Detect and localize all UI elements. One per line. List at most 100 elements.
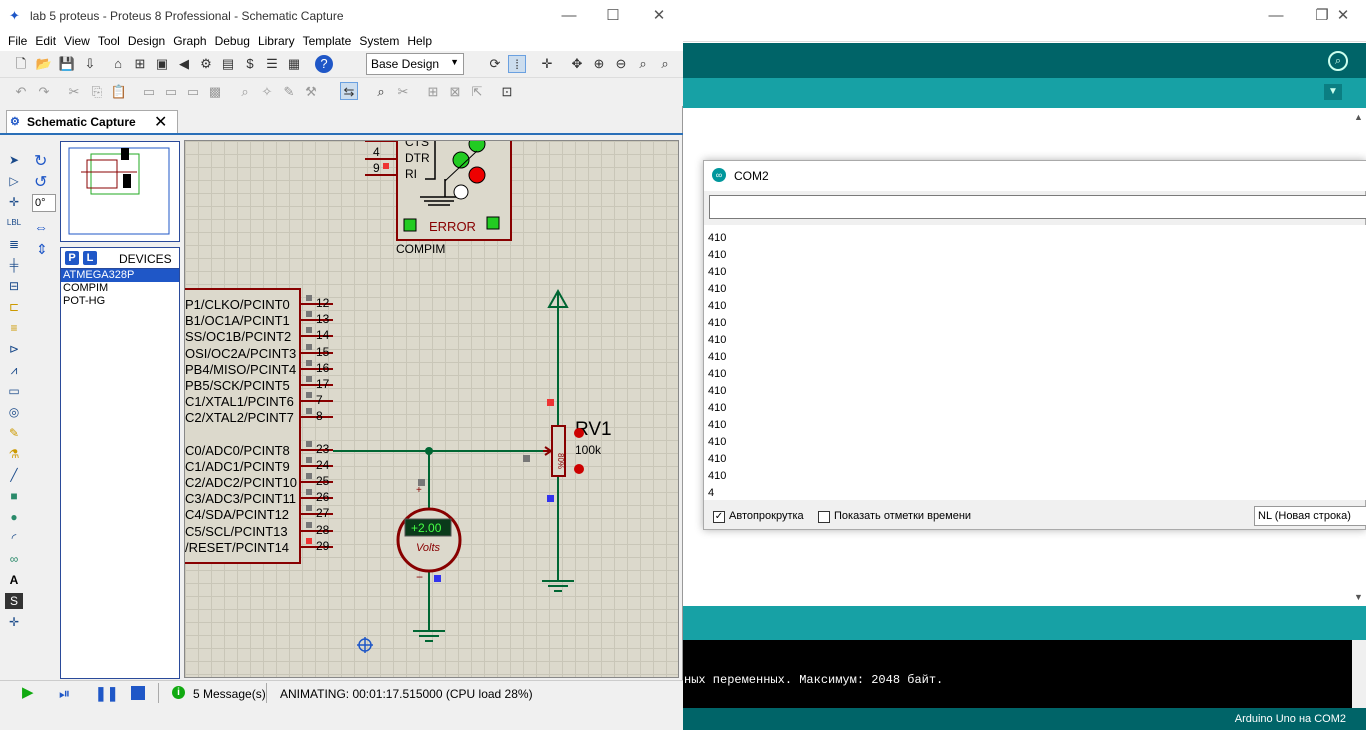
exit-parent-icon[interactable]: ⇱ (468, 83, 486, 101)
menu-item-help[interactable]: Help (403, 31, 436, 48)
minimize-icon[interactable]: — (546, 0, 592, 30)
path-tool-icon[interactable]: ∞ (5, 551, 23, 567)
component-mode-icon[interactable]: ▷ (5, 173, 23, 189)
search-icon[interactable]: ⌕ (372, 83, 390, 101)
copy-icon[interactable]: ⎘ (88, 83, 106, 101)
help-icon[interactable]: ? (315, 55, 333, 73)
block-move-icon[interactable]: ▭ (162, 83, 180, 101)
generator-icon[interactable]: ⊳ (5, 341, 23, 357)
autoscroll-checkbox[interactable]: ✓ (713, 511, 725, 523)
electrical-rule-check-icon[interactable]: ⊡ (498, 83, 516, 101)
rotation-field[interactable]: 0° (32, 194, 56, 212)
device-item[interactable]: ATMEGA328P (61, 269, 179, 282)
pick-device-icon[interactable]: ⌕ (236, 83, 254, 101)
schematic-icon[interactable]: ⊞ (131, 55, 149, 73)
pcb-icon[interactable]: ▣ (153, 55, 171, 73)
atmega328p-component[interactable]: P1/CLKO/PCINT0 12 B1/OC1A/PCINT1 13 SS/OC1B/… (185, 288, 333, 564)
virtual-instruments-icon[interactable]: ⚗ (5, 446, 23, 462)
menu-item-file[interactable]: File (4, 31, 31, 48)
compim-component[interactable]: CTS DTR RI 4 9 ERROR COMPIM (365, 141, 512, 256)
subcircuit-icon[interactable]: ⊟ (5, 278, 23, 294)
grid-toggle-icon[interactable]: ⁞ (508, 55, 526, 73)
close-icon[interactable]: ✕ (1320, 0, 1366, 30)
zoom-out-icon[interactable]: ⊖ (612, 55, 630, 73)
menu-item-system[interactable]: System (355, 31, 403, 48)
rotate-clockwise-icon[interactable]: ↻ (34, 151, 52, 170)
voltage-probe-icon[interactable]: ✎ (5, 425, 23, 441)
mirror-horizontal-icon[interactable]: ⇔ (34, 219, 52, 237)
cut-icon[interactable]: ✂ (65, 83, 83, 101)
menu-item-design[interactable]: Design (124, 31, 169, 48)
menu-item-view[interactable]: View (60, 31, 94, 48)
save-icon[interactable]: 💾 (58, 55, 76, 73)
library-manager-icon[interactable]: L (83, 251, 97, 265)
text-tool-icon[interactable]: A (5, 572, 23, 588)
tape-recorder-icon[interactable]: ▭ (5, 383, 23, 399)
decompose-icon[interactable]: ⚒ (302, 83, 320, 101)
new-sheet-icon[interactable]: ⊞ (424, 83, 442, 101)
tab-schematic-capture[interactable]: ⚙ Schematic Capture ✕ (6, 110, 178, 134)
tab-menu-icon[interactable]: ▼ (1324, 84, 1342, 100)
console-scrollbar[interactable] (1352, 640, 1366, 708)
play-icon[interactable]: ▶ (22, 685, 36, 701)
serial-send-input[interactable] (709, 195, 1366, 219)
menu-item-debug[interactable]: Debug (211, 31, 254, 48)
zoom-area-icon[interactable]: ⌕ (656, 55, 674, 73)
menu-item-library[interactable]: Library (254, 31, 299, 48)
symbol-tool-icon[interactable]: S (5, 593, 23, 609)
3d-icon[interactable]: ⚙ (197, 55, 215, 73)
info-icon[interactable]: i (172, 686, 185, 699)
package-tool-icon[interactable]: ✎ (280, 83, 298, 101)
box-tool-icon[interactable]: ■ (5, 488, 23, 504)
block-rotate-icon[interactable]: ▭ (184, 83, 202, 101)
messages-count[interactable]: 5 Message(s) (193, 687, 266, 701)
pause-icon[interactable]: ❚❚ (95, 685, 118, 701)
gerber-icon[interactable]: ◀ (175, 55, 193, 73)
new-file-icon[interactable]: 🗋 (12, 55, 30, 73)
close-icon[interactable]: ✕ (154, 112, 167, 132)
zoom-in-icon[interactable]: ⊕ (590, 55, 608, 73)
import-icon[interactable]: ⇩ (81, 55, 99, 73)
maximize-icon[interactable]: ☐ (590, 0, 636, 30)
bom-icon[interactable]: ▤ (219, 55, 237, 73)
wire-autorouter-icon[interactable]: ⇆ (340, 82, 358, 100)
zoom-all-icon[interactable]: ⌕ (634, 55, 652, 73)
paste-icon[interactable]: 📋 (110, 83, 128, 101)
origin-icon[interactable]: ✛ (538, 55, 556, 73)
circle-tool-icon[interactable]: ● (5, 509, 23, 525)
serial-monitor-icon[interactable]: ⌕ (1328, 51, 1348, 71)
home-icon[interactable]: ⌂ (109, 55, 127, 73)
undo-icon[interactable]: ↶ (12, 83, 30, 101)
make-device-icon[interactable]: ✧ (258, 83, 276, 101)
menu-item-tool[interactable]: Tool (94, 31, 124, 48)
selection-mode-icon[interactable]: ➤ (5, 152, 23, 168)
cost-icon[interactable]: $ (241, 55, 259, 73)
property-tool-icon[interactable]: ✂ (394, 83, 412, 101)
notes-icon[interactable]: ▦ (285, 55, 303, 73)
refresh-icon[interactable]: ⟳ (486, 55, 504, 73)
junction-dot-icon[interactable]: ✛ (5, 194, 23, 210)
schematic-canvas[interactable]: CTS DTR RI 4 9 ERROR COMPIM P1/CLKO/PCIN… (184, 140, 679, 678)
step-icon[interactable]: ⏯ (59, 685, 75, 701)
device-pins-icon[interactable]: ≡ (5, 320, 23, 336)
pan-icon[interactable]: ✥ (568, 55, 586, 73)
terminals-icon[interactable]: ⊏ (5, 299, 23, 315)
probe-icon[interactable]: ◎ (5, 404, 23, 420)
bus-icon[interactable]: ╪ (5, 257, 23, 273)
block-copy-icon[interactable]: ▭ (140, 83, 158, 101)
wire-label-icon[interactable]: LBL (5, 215, 23, 231)
marker-tool-icon[interactable]: ✛ (5, 614, 23, 630)
menu-item-template[interactable]: Template (299, 31, 356, 48)
line-ending-select[interactable]: NL (Новая строка) (1254, 506, 1366, 526)
stop-icon[interactable] (131, 686, 145, 700)
timestamps-checkbox[interactable] (818, 511, 830, 523)
minimize-icon[interactable]: — (1253, 0, 1299, 30)
block-delete-icon[interactable]: ▩ (206, 83, 224, 101)
remove-sheet-icon[interactable]: ⊠ (446, 83, 464, 101)
mirror-vertical-icon[interactable]: ⇕ (36, 241, 54, 259)
close-icon[interactable]: ✕ (636, 0, 682, 30)
line-tool-icon[interactable]: ╱ (5, 467, 23, 483)
overview-preview[interactable] (60, 141, 180, 242)
device-item[interactable]: COMPIM (61, 282, 179, 295)
open-folder-icon[interactable]: 📂 (35, 55, 53, 73)
